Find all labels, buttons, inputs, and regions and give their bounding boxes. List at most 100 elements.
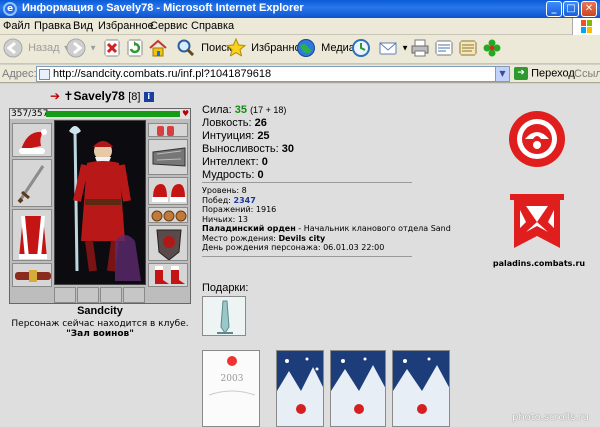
refresh-button[interactable]: [125, 38, 145, 60]
slot-bottom-1[interactable]: [54, 287, 76, 303]
detail-level: Уровень: 8: [202, 186, 247, 195]
media-globe-icon: [297, 39, 315, 57]
gift-card[interactable]: [392, 350, 450, 427]
address-label: Адрес:: [2, 68, 37, 80]
slot-helmet[interactable]: [12, 123, 52, 157]
go-arrow-icon: ➜: [514, 67, 528, 80]
menu-edit[interactable]: Правка: [34, 20, 71, 32]
sword-icon: [17, 165, 45, 204]
character-level: [8]: [128, 91, 141, 103]
mail-dropdown-icon[interactable]: ▼: [401, 44, 409, 53]
menu-bar: Файл Правка Вид Избранное Сервис Справка: [0, 18, 600, 35]
new-year-card-icon: 2003: [203, 351, 259, 426]
print-button[interactable]: [410, 38, 430, 60]
gift-card-2003[interactable]: 2003: [202, 350, 260, 427]
potion-icons: [157, 126, 174, 136]
slot-bottom-2[interactable]: [77, 287, 99, 303]
rings-icon: [151, 210, 187, 222]
mail-button[interactable]: ▼: [378, 38, 409, 60]
discuss-icon: [459, 40, 477, 56]
city-name: Sandcity: [77, 305, 123, 317]
favorites-button[interactable]: Избранное: [226, 38, 307, 60]
slot-bottom-3[interactable]: [100, 287, 122, 303]
history-button[interactable]: [351, 38, 371, 60]
stat-wisdom: Мудрость: 0: [202, 169, 264, 181]
menu-tools[interactable]: Сервис: [150, 20, 188, 32]
stat-intuition: Интуиция: 25: [202, 130, 270, 142]
character-header: ➔ ✝Savely78 [8] i: [50, 89, 154, 103]
emblem-caption[interactable]: paladins.combats.ru: [490, 259, 588, 268]
slot-ring-1[interactable]: [148, 123, 188, 137]
detail-wins: Побед: 2347: [202, 195, 256, 205]
title-bar[interactable]: e Информация о Savely78 - Microsoft Inte…: [0, 0, 600, 18]
slot-shield[interactable]: [148, 225, 188, 261]
close-button[interactable]: ✕: [581, 1, 597, 17]
location-place: "Зал воинов": [66, 329, 134, 339]
messenger-button[interactable]: [482, 38, 502, 60]
info-icon[interactable]: i: [143, 91, 154, 102]
detail-losses: Поражений: 1916: [202, 205, 277, 214]
go-button[interactable]: ➜ Переход: [514, 67, 575, 80]
gift-item[interactable]: [202, 296, 246, 336]
slot-rings[interactable]: [148, 207, 188, 223]
history-icon: [352, 39, 370, 57]
edit-page-icon: [435, 40, 453, 56]
slot-boots[interactable]: [148, 263, 188, 287]
discuss-button[interactable]: [458, 38, 478, 60]
slot-armlet[interactable]: [148, 139, 188, 175]
stat-strength: Сила: 35 (17 + 18): [202, 104, 287, 116]
stop-button[interactable]: [102, 38, 122, 60]
menu-view[interactable]: Вид: [73, 20, 93, 32]
flower-icon: [483, 39, 501, 57]
toolbar: Назад ▼ ▼: [0, 35, 600, 64]
ie-logo-icon: e: [3, 2, 17, 16]
red-arrow-icon: ➔: [50, 89, 61, 103]
gift-card[interactable]: [276, 350, 324, 427]
forward-button[interactable]: ▼: [66, 38, 97, 60]
menu-favorites[interactable]: Избранное: [98, 20, 154, 32]
hp-bar-track: [46, 111, 180, 117]
detail-birthday: День рождения персонажа: 06.01.03 22:00: [202, 243, 385, 252]
slot-weapon[interactable]: [12, 159, 52, 207]
printer-icon: [411, 39, 429, 57]
hp-text: 357/357: [11, 109, 49, 119]
cross-icon: ✝: [63, 89, 74, 103]
edit-button[interactable]: [434, 38, 454, 60]
divider: [202, 182, 412, 183]
minimize-button[interactable]: _: [546, 1, 562, 17]
media-button[interactable]: Медиа: [296, 38, 355, 60]
address-input[interactable]: http://sandcity.combats.ru/inf.pl?104187…: [36, 66, 510, 82]
stat-agility: Ловкость: 26: [202, 117, 267, 129]
gift-card[interactable]: [330, 350, 386, 427]
order-banner-icon[interactable]: [506, 192, 568, 254]
address-url[interactable]: http://sandcity.combats.ru/inf.pl?104187…: [53, 68, 271, 80]
slot-gloves[interactable]: [148, 177, 188, 205]
address-dropdown-icon[interactable]: ▼: [495, 67, 509, 81]
detail-birthplace: Место рождения: Devils city: [202, 233, 326, 243]
slot-bottom-4[interactable]: [123, 287, 145, 303]
back-button[interactable]: Назад ▼: [3, 38, 71, 60]
paladin-emblem-icon[interactable]: [507, 109, 567, 169]
stat-endurance: Выносливость: 30: [202, 143, 294, 155]
window-title: Информация о Savely78 - Microsoft Intern…: [22, 2, 304, 14]
stats-panel: Сила: 35 (17 + 18) Ловкость: 26 Интуиция…: [202, 104, 432, 182]
search-icon: [177, 39, 196, 58]
back-arrow-icon: [3, 38, 23, 58]
menu-file[interactable]: Файл: [3, 20, 30, 32]
page-icon: [39, 69, 50, 80]
red-mittens-icon: [152, 184, 186, 202]
links-button[interactable]: Ссылки: [574, 68, 600, 80]
character-name[interactable]: Savely78: [73, 89, 124, 103]
home-button[interactable]: [148, 38, 168, 60]
search-button[interactable]: Поиск: [176, 38, 232, 60]
menu-help[interactable]: Справка: [191, 20, 234, 32]
slot-belt[interactable]: [12, 263, 52, 287]
stop-icon: [104, 39, 120, 57]
details-panel: Уровень: 8 Побед: 2347 Поражений: 1916 Н…: [202, 186, 462, 253]
forward-dropdown-icon[interactable]: ▼: [89, 44, 97, 53]
detail-draws: Ничьих: 13: [202, 214, 249, 224]
windows-flag-icon: [572, 18, 600, 35]
maximize-button[interactable]: □: [563, 1, 579, 17]
hp-bar: 357/357 ♥: [10, 109, 190, 119]
slot-armor[interactable]: [12, 209, 52, 261]
